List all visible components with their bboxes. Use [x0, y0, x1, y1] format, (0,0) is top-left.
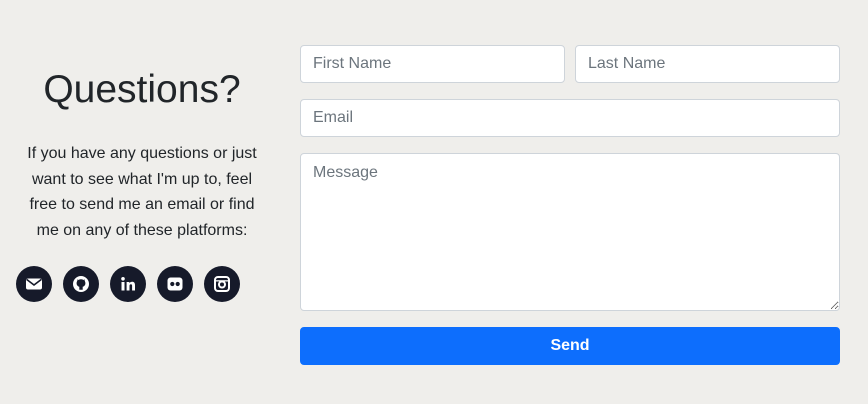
instagram-icon: [214, 276, 230, 292]
linkedin-link[interactable]: [110, 266, 146, 302]
intro-text: If you have any questions or just want t…: [27, 145, 257, 239]
envelope-icon: [26, 278, 42, 290]
linkedin-icon: [121, 277, 135, 291]
message-textarea[interactable]: [300, 153, 840, 311]
github-link[interactable]: [63, 266, 99, 302]
instagram-link[interactable]: [204, 266, 240, 302]
flickr-link[interactable]: [157, 266, 193, 302]
github-icon: [73, 276, 89, 292]
flickr-icon: [167, 277, 183, 291]
first-name-input[interactable]: [300, 45, 565, 83]
page-title: Questions?: [43, 68, 241, 111]
email-input[interactable]: [300, 99, 840, 137]
send-button[interactable]: Send: [300, 327, 840, 365]
contact-intro: Questions? If you have any questions or …: [14, 0, 270, 243]
last-name-input[interactable]: [575, 45, 840, 83]
email-link[interactable]: [16, 266, 52, 302]
social-links: [16, 266, 240, 302]
